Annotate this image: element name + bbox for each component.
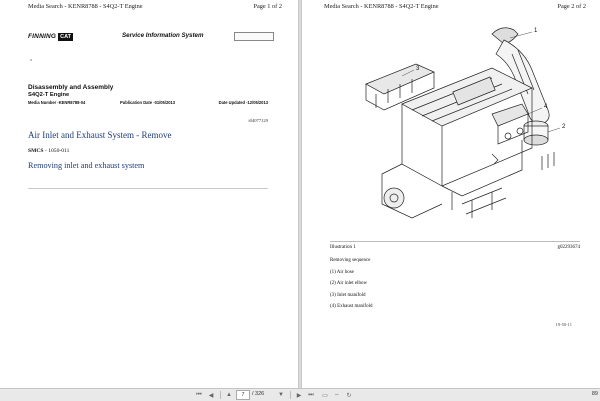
toolbar-separator [290,391,291,399]
document-subtitle: S4Q2-T Engine [28,92,70,98]
first-page-icon[interactable]: ⏮ [194,390,204,400]
step-item: (1) Air hose [330,269,354,275]
fit-page-icon[interactable]: ▭ [320,390,330,400]
viewer-toolbar: ⏮ ◀ ▲ 7 / 326 ▼ ▶ ⏭ ▭ ⇔ ↻ 89 [0,388,600,401]
page-header-number: Page 2 of 2 [557,3,586,10]
toolbar-separator [220,391,221,399]
smcs-label: SMCS [28,148,44,154]
document-page-1: Media Search - KENR8788 - S4Q2-T Engine … [0,0,298,388]
subsection-title: Removing inlet and exhaust system [28,161,145,170]
page-header-number: Page 1 of 2 [253,3,282,10]
document-page-2: Media Search - KENR8788 - S4Q2-T Engine … [302,0,600,388]
banner-box [234,32,274,41]
logo-word: FINNING [28,33,57,40]
fit-width-icon[interactable]: ⇔ [332,390,342,400]
media-number: Media Number -KENR8788-04 [28,100,86,105]
zoom-level[interactable]: 89 [592,391,598,397]
illustration-label: Illustration 1 [330,245,356,250]
smcs-value: - 1050-011 [43,148,70,154]
next-page-icon[interactable]: ▶ [294,390,304,400]
page-down-icon[interactable]: ▼ [276,390,286,400]
publication-date: Publication Date -01/05/2013 [120,100,176,105]
page-header-title: Media Search - KENR8788 - S4Q2-T Engine [28,3,143,10]
service-info-banner: FINNING CAT Service Information System [28,31,276,42]
callout-1: 1 [534,28,538,34]
date-updated: Date Updated -12/05/2013 [218,100,268,105]
reference-id: i04077129 [248,118,268,123]
page-header-title: Media Search - KENR8788 - S4Q2-T Engine [324,3,439,10]
illustration-ref: g02293674 [557,245,581,250]
finning-cat-logo: FINNING CAT [28,31,74,42]
removal-steps: Removing sequence (1) Air hose (2) Air i… [330,258,373,316]
smcs-code: SMCS - 1050-011 [28,148,69,154]
rotate-icon[interactable]: ↻ [344,390,354,400]
total-pages: / 326 [252,391,265,397]
step-item: (4) Exhaust manifold [330,304,373,309]
illustration-divider [330,241,580,242]
document-title: Disassembly and Assembly [28,84,114,91]
steps-title: Removing sequence [330,258,371,263]
page-up-icon[interactable]: ▲ [224,390,234,400]
service-information-title: Service Information System [122,32,204,39]
cat-logo-badge: CAT [58,32,74,41]
small-mark: x [30,57,33,62]
footer-date: 19-50-11 [555,322,572,327]
step-item: (3) Inlet manifold [330,292,366,298]
step-item: (2) Air inlet elbow [330,281,368,286]
section-title: Air Inlet and Exhaust System - Remove [28,130,172,140]
engine-illustration: 1 2 3 4 [365,27,566,219]
last-page-icon[interactable]: ⏭ [306,390,316,400]
callout-2: 2 [562,124,566,130]
divider [28,188,268,189]
prev-page-icon[interactable]: ◀ [206,390,216,400]
pdf-viewer: Media Search - KENR8788 - S4Q2-T Engine … [0,0,600,401]
page-number-input[interactable]: 7 [236,390,250,400]
